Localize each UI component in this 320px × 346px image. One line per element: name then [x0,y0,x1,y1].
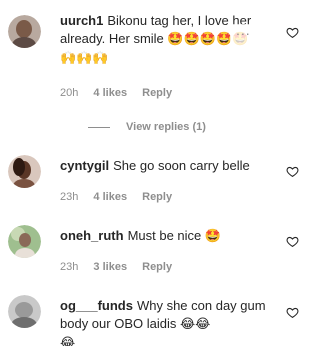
comment-body: oneh_ruth Must be nice 🤩 [60,227,282,246]
more-indicator[interactable]: ... [236,23,251,37]
comment-time: 23h [60,191,79,203]
view-replies-label[interactable]: View replies (1) [126,121,206,133]
comments-panel: uurch1 Bikonu tag her, I love her already… [0,0,313,346]
replies-divider [88,126,110,128]
comment-username[interactable]: uurch1 [60,13,103,28]
comment-username[interactable]: og___funds [60,298,133,313]
avatar[interactable] [8,225,41,258]
comment-username[interactable]: cyntygil [60,158,109,173]
comment-body: cyntygil She go soon carry belle [60,157,282,175]
like-heart-icon[interactable] [286,306,299,319]
like-heart-icon[interactable] [286,165,299,178]
reply-button[interactable]: Reply [142,261,172,273]
comment-time: 20h [60,87,79,99]
comment-meta: 23h 3 likes Reply [60,260,184,274]
like-heart-icon[interactable] [286,235,299,248]
comment-meta: 23h 4 likes Reply [60,190,184,204]
like-heart-icon[interactable] [286,26,299,39]
comment-likes[interactable]: 3 likes [93,261,127,273]
comment-emojis: 🤩 [204,229,222,244]
comment-text: Must be nice [127,228,202,243]
comment-meta: 20h 4 likes Reply [60,86,184,100]
avatar[interactable] [8,295,41,328]
comment-likes[interactable]: 4 likes [93,87,127,99]
comment-username[interactable]: oneh_ruth [60,228,124,243]
comment-body: og___funds Why she con day gum body our O… [60,297,282,346]
avatar[interactable] [8,155,41,188]
comment-likes[interactable]: 4 likes [93,191,127,203]
comment-time: 23h [60,261,79,273]
reply-button[interactable]: Reply [142,191,172,203]
reply-button[interactable]: Reply [142,87,172,99]
view-replies-button[interactable]: View replies (1) [88,120,206,134]
comment-text: She go soon carry belle [113,158,250,173]
avatar[interactable] [8,15,41,48]
